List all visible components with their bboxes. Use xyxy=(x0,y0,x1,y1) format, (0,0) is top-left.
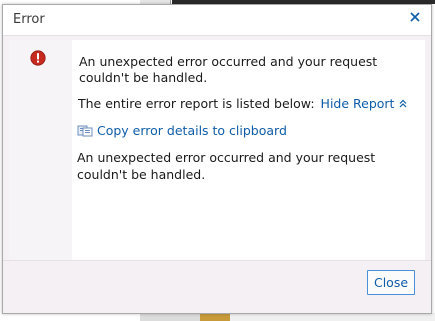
dialog-footer: Close xyxy=(3,260,431,313)
close-button[interactable]: Close xyxy=(367,270,415,295)
hide-report-link[interactable]: Hide Report xyxy=(321,96,395,111)
close-icon[interactable] xyxy=(407,10,423,26)
dialog-titlebar: Error xyxy=(3,5,431,36)
copy-details-label: Copy error details to clipboard xyxy=(97,123,287,138)
report-text: The entire error report is listed below: xyxy=(78,96,315,111)
dialog-content: An unexpected error occurred and your re… xyxy=(9,40,425,262)
report-line: The entire error report is listed below:… xyxy=(78,96,407,111)
chevron-up-icon[interactable] xyxy=(395,98,407,111)
screen: Error An unexpected error occurred and y… xyxy=(0,0,435,321)
error-dialog: Error An unexpected error occurred and y… xyxy=(2,4,432,314)
background-window-fragment xyxy=(230,313,435,321)
dialog-title: Error xyxy=(13,12,45,27)
background-window-fragment xyxy=(140,313,200,321)
error-details: An unexpected error occurred and your re… xyxy=(77,150,376,182)
error-icon xyxy=(30,50,46,66)
background-window-fragment xyxy=(200,313,230,321)
error-message: An unexpected error occurred and your re… xyxy=(79,54,378,85)
copy-details-link[interactable]: Copy error details to clipboard xyxy=(77,123,287,140)
copy-icon xyxy=(77,124,93,140)
